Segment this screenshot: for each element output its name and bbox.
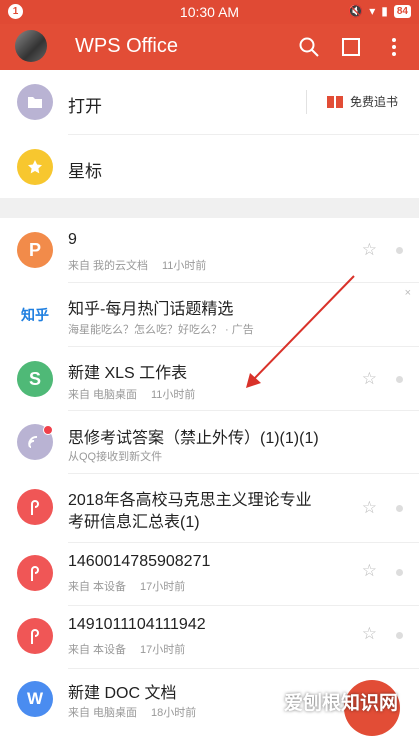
annotation-arrow — [246, 275, 355, 388]
